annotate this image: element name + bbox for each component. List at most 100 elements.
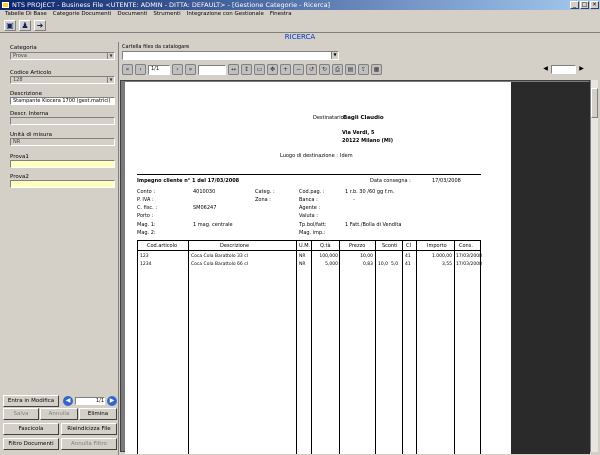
document-page: Destinatario : Bagli Claudio Via Verdi, …	[125, 82, 511, 454]
col-prezzo: Prezzo	[349, 243, 366, 249]
close-button[interactable]: ×	[590, 1, 599, 9]
menu-categorie[interactable]: Categorie Documenti	[50, 10, 115, 18]
chevron-down-icon[interactable]: ▼	[331, 52, 338, 59]
maximize-button[interactable]: □	[580, 1, 589, 9]
codice-value: 128	[13, 77, 23, 83]
scroll-thumb[interactable]	[591, 88, 598, 118]
filtro-documenti-button[interactable]: Filtro Documenti	[3, 438, 59, 450]
chevron-down-icon[interactable]: ▼	[107, 53, 114, 59]
table-col-sep	[296, 240, 297, 454]
col-importo: Importo	[427, 243, 447, 249]
record-counter[interactable]: 1/1	[75, 397, 105, 405]
table-col-sep	[416, 240, 417, 454]
save-icon[interactable]: ▤	[345, 64, 356, 75]
dest-addr1: Via Verdi, 5	[342, 130, 375, 136]
rieindicizza-button[interactable]: Rieindicizza File	[61, 423, 117, 435]
window-title: NTS PROJECT - Business File <UTENTE: ADM…	[12, 1, 331, 9]
col-sconti: Sconti	[382, 243, 398, 249]
prova2-field[interactable]	[10, 180, 115, 188]
table-border-left	[137, 240, 138, 454]
menu-tabelle[interactable]: Tabelle Di Base	[2, 10, 50, 18]
mag2-label: Mag. 2:	[137, 230, 156, 236]
zoom-in-icon[interactable]: +	[280, 64, 291, 75]
table-col-sep	[375, 240, 376, 454]
banca-label: Banca :	[299, 197, 318, 203]
cartella-select[interactable]: ▼	[122, 51, 339, 60]
codice-field[interactable]: 128 ▼	[10, 76, 115, 84]
menu-finestra[interactable]: Finestra	[267, 10, 295, 18]
title-bar: NTS PROJECT - Business File <UTENTE: ADM…	[0, 0, 600, 10]
entra-modifica-button[interactable]: Entra in Modifica	[3, 395, 59, 407]
table-border-right	[480, 240, 481, 454]
viewer-toolbar: « ‹ 1/1 › » ↔ ↕ ▭ ✥ + − ↺ ↻ ⎙ ▤ ⇪ ▦	[122, 62, 588, 77]
rotate-left-icon[interactable]: ↺	[306, 64, 317, 75]
cfisc-label: C. fisc. :	[137, 205, 158, 211]
menu-integrazione[interactable]: Integrazione con Gestionale	[184, 10, 267, 18]
page-selector[interactable]	[551, 65, 576, 74]
fascicola-button[interactable]: Fascicola	[3, 423, 59, 435]
folder-icon[interactable]: ▣	[4, 20, 16, 31]
categoria-select[interactable]: Prova ▼	[10, 52, 115, 60]
categoria-label: Categoria	[10, 45, 37, 51]
next-record-icon[interactable]: ▶	[107, 396, 117, 406]
cell-descrizione: Coca Cola Barattolo 33 cl	[191, 254, 248, 259]
page-title: RICERCA	[284, 33, 316, 41]
cell-cons: 17/03/2008	[456, 262, 482, 267]
actual-size-icon[interactable]: ▭	[254, 64, 265, 75]
table-col-sep	[188, 240, 189, 454]
annulla-filtro-button[interactable]: Annulla Filtro	[61, 438, 117, 450]
cell-codarticolo: 1234	[140, 262, 152, 267]
luogo-label: Luogo di destinazione :	[280, 153, 338, 159]
next-page-icon[interactable]: ›	[172, 64, 183, 75]
cell-ci: 41	[405, 262, 411, 267]
menu-documenti[interactable]: Documenti	[114, 10, 150, 18]
prev-page-icon[interactable]: ‹	[135, 64, 146, 75]
prev-icon[interactable]: ◀	[541, 64, 550, 73]
cell-qta: 100,000	[319, 254, 338, 259]
elimina-button[interactable]: Elimina	[79, 408, 117, 420]
left-panel: Categoria Prova ▼ Codice Articolo 128 ▼ De…	[0, 42, 119, 455]
prova1-field[interactable]	[10, 160, 115, 168]
desc-interna-field[interactable]	[10, 117, 115, 125]
prev-record-icon[interactable]: ◀	[63, 396, 73, 406]
viewer-background	[511, 82, 590, 454]
print-icon[interactable]: ⎙	[332, 64, 343, 75]
piva-label: P. IVA :	[137, 197, 154, 203]
col-descrizione: Descrizione	[220, 243, 250, 249]
col-cons: Cons.	[459, 243, 473, 249]
tpbol-value: 1 Fatt./Bolla di Vendita	[345, 222, 402, 228]
annulla-button[interactable]: Annulla	[40, 408, 78, 420]
cell-qta: 5,000	[325, 262, 338, 267]
cartella-label: Cartella files da catalogare	[122, 44, 190, 50]
rotate-right-icon[interactable]: ↻	[319, 64, 330, 75]
cell-sconto2: 5,0	[391, 262, 399, 267]
export-icon[interactable]: ⇪	[358, 64, 369, 75]
cell-descrizione: Coca Cola Barattolo 66 cl	[191, 262, 248, 267]
categ-label: Categ. :	[255, 189, 275, 195]
zoom-out-icon[interactable]: −	[293, 64, 304, 75]
table-col-sep	[454, 240, 455, 454]
next-icon[interactable]: ▶	[577, 64, 586, 73]
conto-label: Conto :	[137, 189, 156, 195]
minimize-button[interactable]: _	[570, 1, 579, 9]
fit-page-icon[interactable]: ↕	[241, 64, 252, 75]
pan-icon[interactable]: ✥	[267, 64, 278, 75]
main-toolbar: ▣ ♟ ➜	[0, 18, 600, 33]
grid-icon[interactable]: ▦	[371, 64, 382, 75]
last-page-icon[interactable]: »	[185, 64, 196, 75]
unita-field[interactable]: NR	[10, 138, 115, 146]
consegna-label: Data consegna :	[370, 178, 411, 184]
salva-button[interactable]: Salva	[3, 408, 39, 420]
banca-value: -	[353, 197, 355, 203]
tpbol-label: Tp.bol/fatt:	[299, 222, 327, 228]
menu-strumenti[interactable]: Strumenti	[150, 10, 183, 18]
zoom-input[interactable]	[198, 64, 226, 75]
chevron-down-icon[interactable]: ▼	[107, 77, 114, 83]
fit-width-icon[interactable]: ↔	[228, 64, 239, 75]
descrizione-field[interactable]: Stampante Kiocera 1700 (gest.matrici)	[10, 97, 115, 105]
exit-icon[interactable]: ➜	[34, 20, 46, 31]
users-icon[interactable]: ♟	[19, 20, 31, 31]
page-input[interactable]: 1/1	[148, 64, 170, 75]
vertical-scrollbar[interactable]	[590, 80, 598, 452]
first-page-icon[interactable]: «	[122, 64, 133, 75]
